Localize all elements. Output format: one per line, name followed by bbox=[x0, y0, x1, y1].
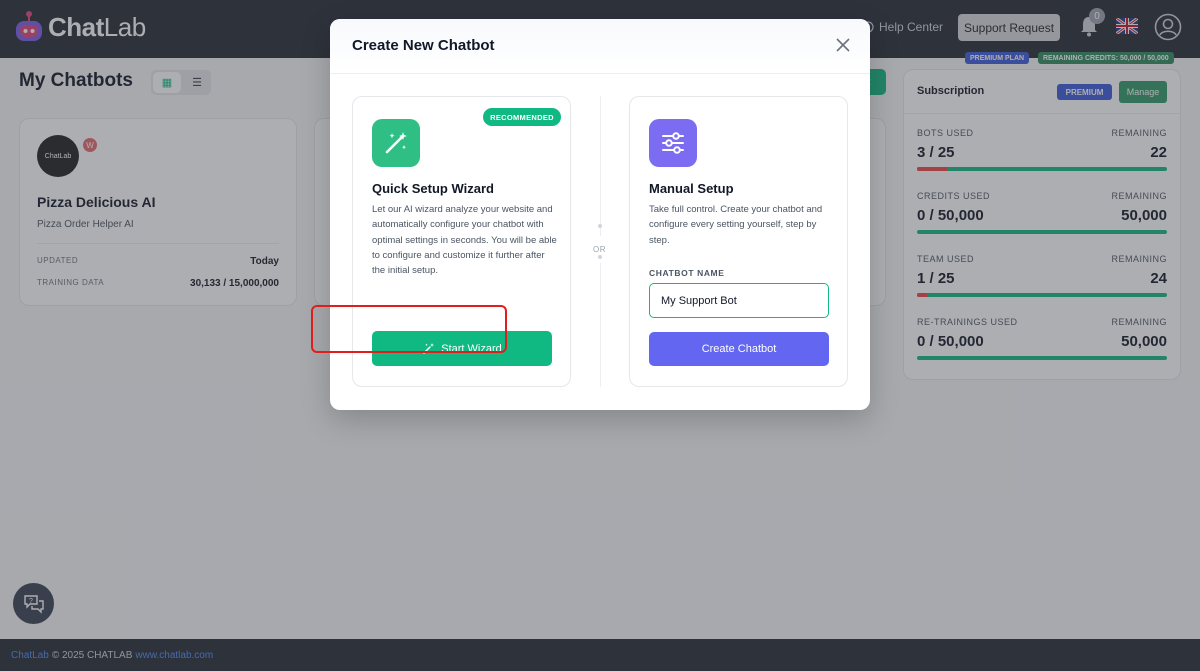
magic-wand-icon bbox=[372, 119, 420, 167]
quick-setup-title: Quick Setup Wizard bbox=[372, 181, 494, 196]
recommended-badge: RECOMMENDED bbox=[483, 108, 561, 126]
or-divider-line bbox=[600, 96, 601, 236]
manual-setup-title: Manual Setup bbox=[649, 181, 734, 196]
annotation-highlight-box bbox=[311, 305, 507, 353]
modal-title: Create New Chatbot bbox=[352, 37, 495, 54]
close-icon[interactable] bbox=[835, 37, 851, 53]
modal-header: Create New Chatbot bbox=[330, 19, 870, 74]
quick-setup-description: Let our AI wizard analyze your website a… bbox=[372, 204, 557, 277]
or-divider-dot bbox=[598, 224, 602, 228]
or-divider-dot bbox=[598, 255, 602, 259]
or-divider-line bbox=[600, 263, 601, 387]
manual-setup-description: Take full control. Create your chatbot a… bbox=[649, 204, 823, 246]
chatbot-name-input[interactable] bbox=[649, 283, 829, 318]
create-chatbot-button[interactable]: Create Chatbot bbox=[649, 332, 829, 366]
chatbot-name-label: CHATBOT NAME bbox=[649, 268, 725, 278]
manual-setup-option: Manual Setup Take full control. Create y… bbox=[629, 96, 848, 387]
sliders-icon bbox=[649, 119, 697, 167]
or-separator: OR bbox=[593, 245, 606, 254]
